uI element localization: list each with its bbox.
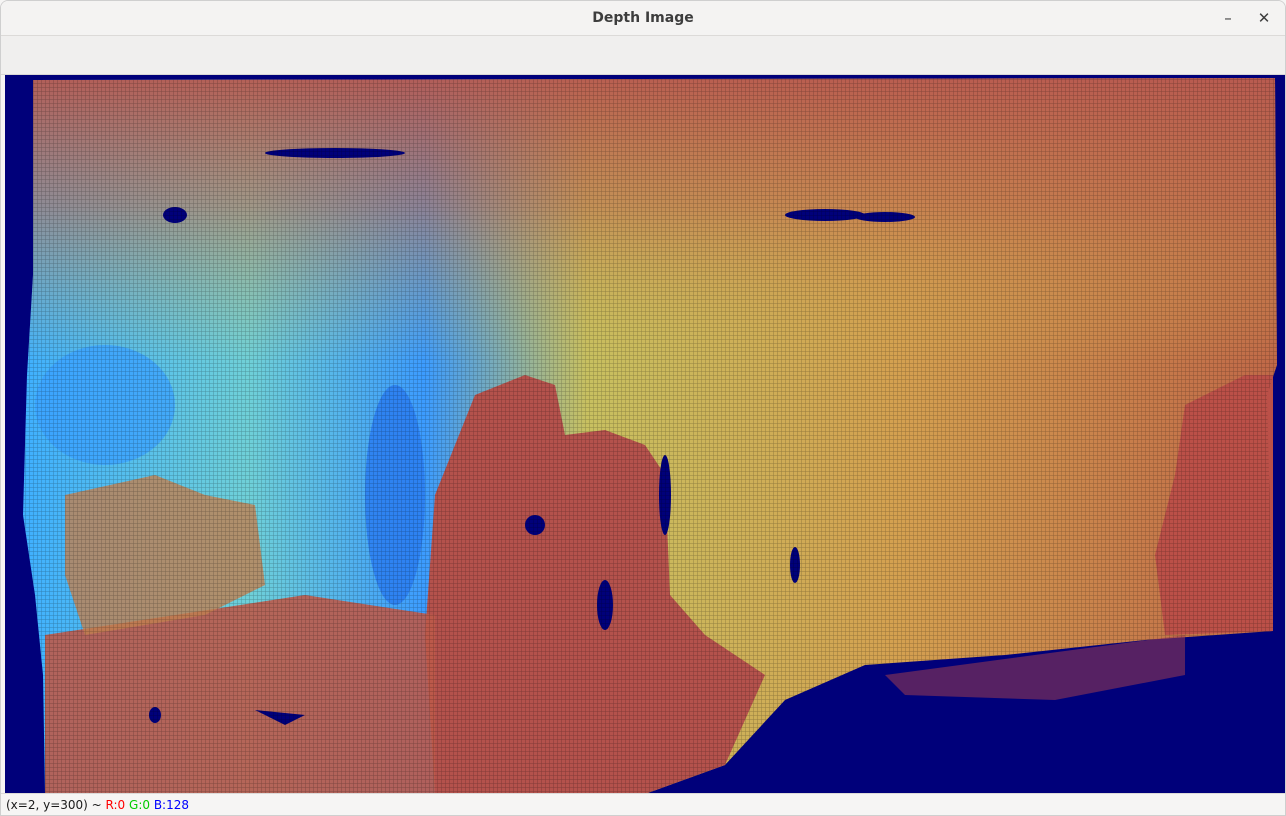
close-button[interactable]: ✕: [1251, 5, 1277, 31]
close-icon: ✕: [1257, 9, 1271, 27]
window-title: Depth Image: [592, 10, 694, 26]
depth-image-window: Depth Image – ✕ (x=2, y=300) ~ R:0 G:0 B…: [0, 0, 1286, 816]
title-bar[interactable]: Depth Image – ✕: [1, 1, 1285, 36]
cursor-coords: (x=2, y=300) ~: [6, 797, 106, 812]
toolbar: [1, 36, 1285, 75]
depth-colormap-image: [23, 78, 1277, 794]
pixel-green-value: G:0: [129, 797, 150, 812]
status-bar: (x=2, y=300) ~ R:0 G:0 B:128: [1, 793, 1285, 815]
minimize-button[interactable]: –: [1215, 5, 1241, 31]
pixel-red-value: R:0: [105, 797, 126, 812]
pixel-blue-value: B:128: [153, 797, 190, 812]
minimize-icon: –: [1224, 9, 1232, 27]
depth-image-view[interactable]: [5, 75, 1285, 794]
